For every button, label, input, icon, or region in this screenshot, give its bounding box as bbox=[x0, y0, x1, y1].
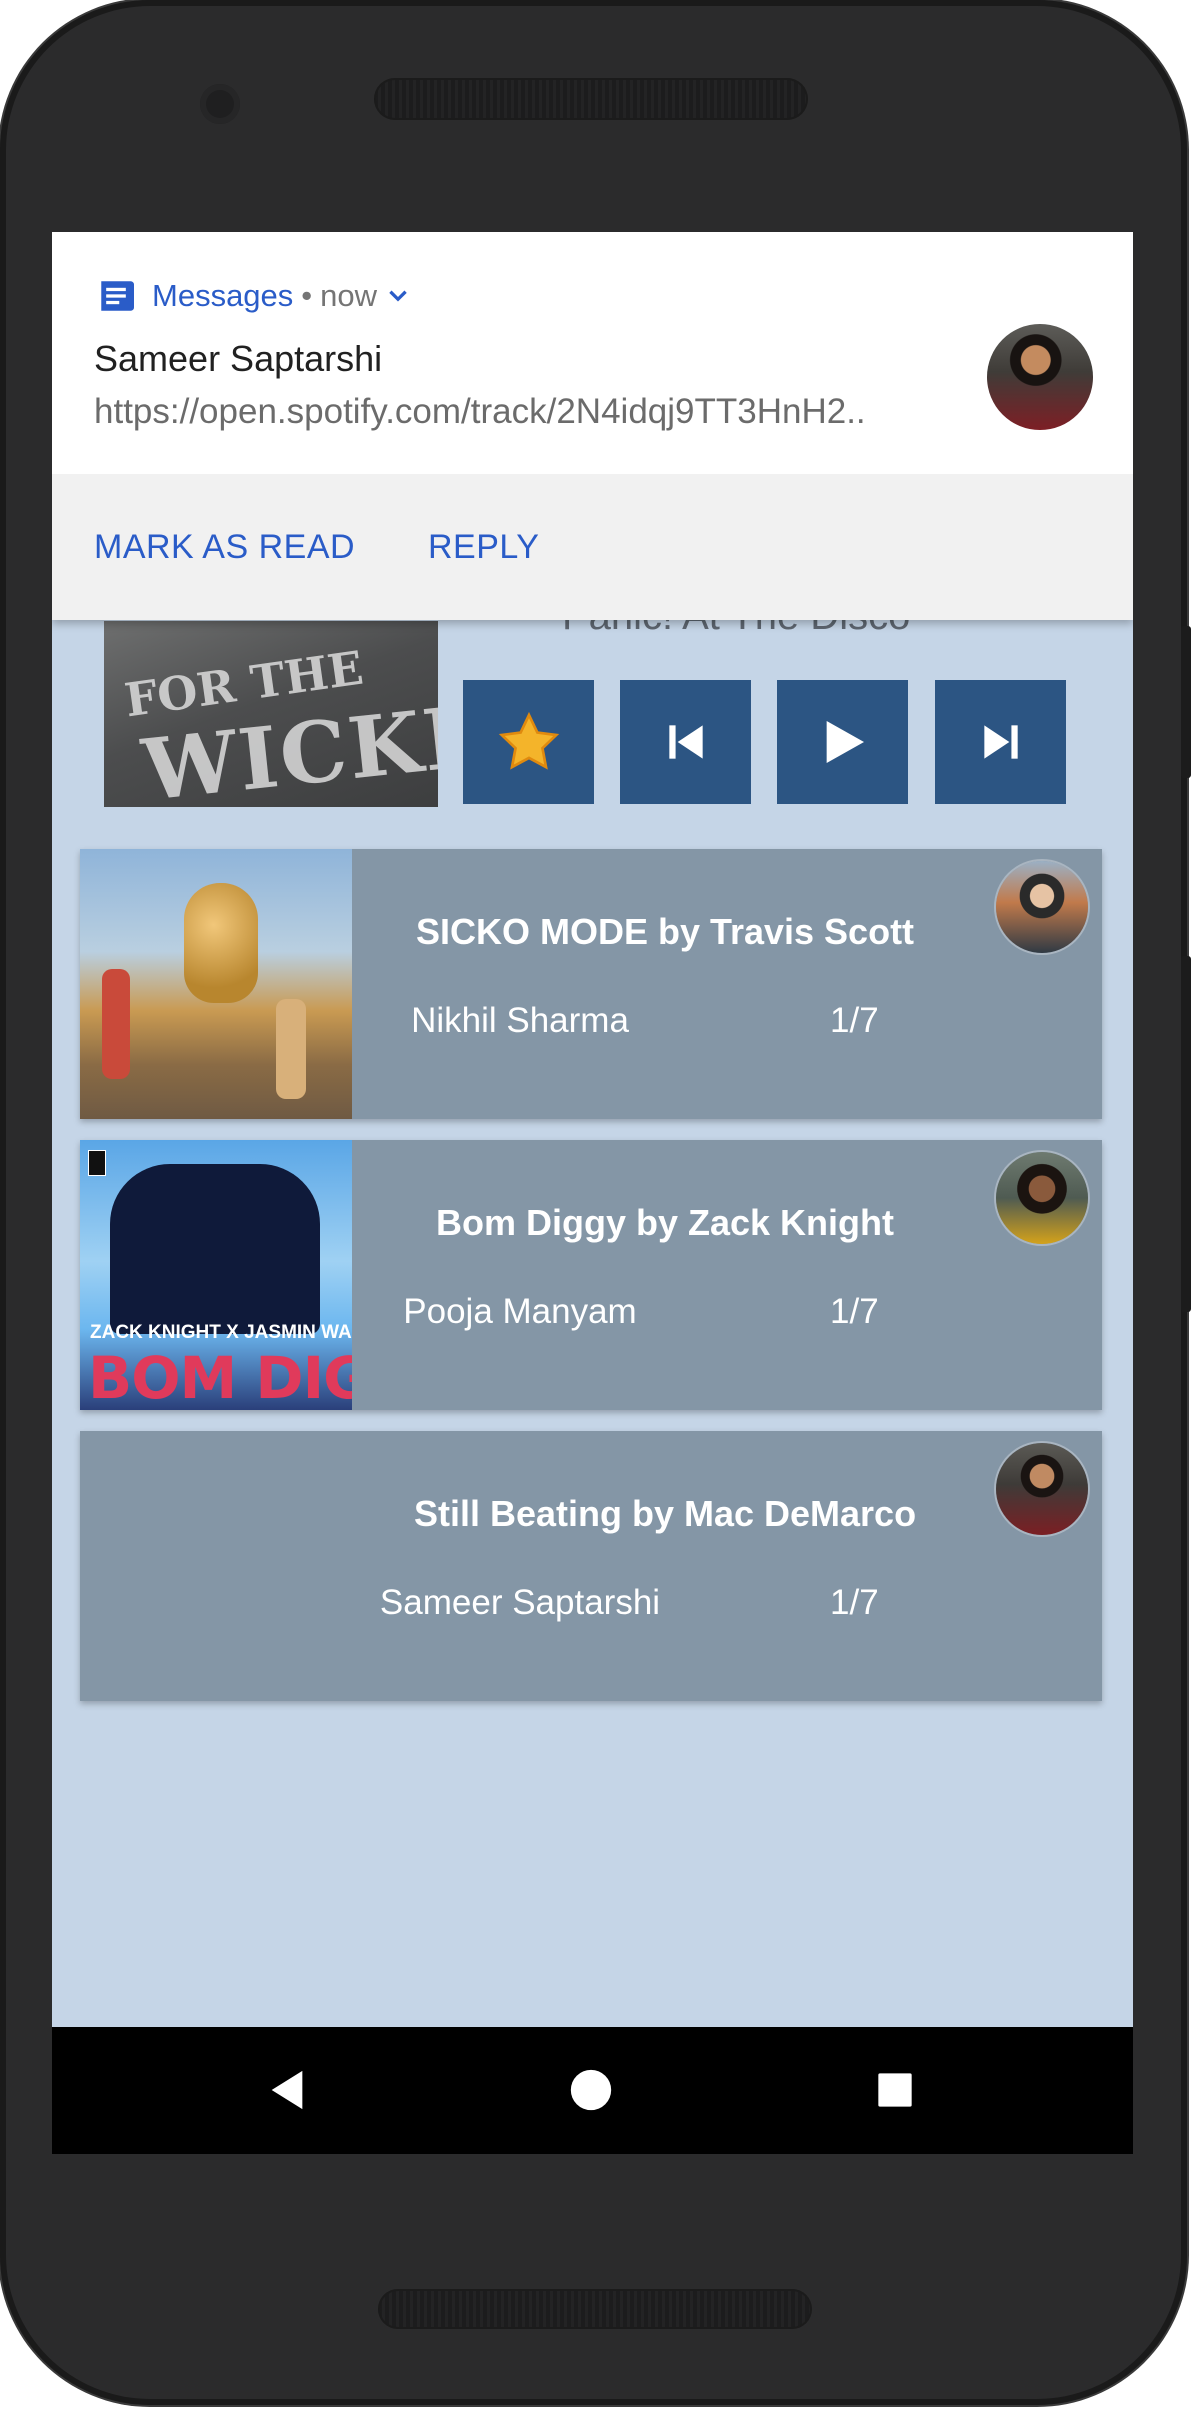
home-button[interactable] bbox=[566, 2065, 616, 2115]
reply-button[interactable]: REPLY bbox=[428, 528, 539, 567]
messages-app-icon bbox=[101, 281, 134, 311]
shared-by: Pooja Manyam bbox=[403, 1292, 637, 1331]
home-icon bbox=[570, 2069, 612, 2111]
notification-sender: Sameer Saptarshi bbox=[94, 338, 383, 379]
share-count: 1/7 bbox=[830, 1001, 879, 1040]
shared-by: Sameer Saptarshi bbox=[379, 1583, 661, 1622]
bottom-speaker bbox=[378, 2289, 812, 2329]
golden-head-image bbox=[184, 883, 258, 1003]
recents-icon bbox=[878, 2073, 912, 2107]
share-count: 1/7 bbox=[830, 1292, 879, 1331]
power-button bbox=[1181, 956, 1191, 1312]
favorite-button[interactable] bbox=[463, 680, 594, 804]
screen: FOR THE WICKED Panic! At The Disco bbox=[52, 232, 1133, 2154]
track-album-art bbox=[80, 849, 352, 1119]
notification[interactable]: Messages • now Sameer Saptarshi https://… bbox=[52, 232, 1133, 620]
star-icon bbox=[498, 711, 559, 770]
play-icon bbox=[826, 721, 864, 763]
previous-button[interactable] bbox=[620, 680, 751, 804]
volume-button bbox=[1181, 626, 1191, 778]
shared-by: Nikhil Sharma bbox=[411, 1001, 629, 1040]
track-card[interactable]: ZACK KNIGHT X JASMIN WALIA BOM DIGGY Bom… bbox=[80, 1140, 1102, 1410]
track-title: Still Beating by Mac DeMarco bbox=[413, 1493, 917, 1534]
phone-frame: FOR THE WICKED Panic! At The Disco bbox=[0, 0, 1191, 2405]
notification-message: https://open.spotify.com/track/2N4idqj9T… bbox=[94, 392, 866, 431]
avatar bbox=[996, 1443, 1088, 1535]
share-count: 1/7 bbox=[830, 1583, 879, 1622]
next-button[interactable] bbox=[935, 680, 1066, 804]
separator-dot: • bbox=[301, 278, 313, 313]
track-card[interactable]: Still Beating by Mac DeMarco Sameer Sapt… bbox=[80, 1431, 1102, 1701]
recents-button[interactable] bbox=[870, 2065, 920, 2115]
album-art-title: BOM DIGGY bbox=[88, 1344, 352, 1410]
avatar bbox=[996, 861, 1088, 953]
sender-avatar bbox=[987, 324, 1093, 430]
skip-previous-icon bbox=[668, 725, 703, 759]
now-playing-album-art: FOR THE WICKED bbox=[104, 621, 438, 807]
track-title: Bom Diggy by Zack Knight bbox=[435, 1202, 895, 1243]
front-camera bbox=[200, 84, 240, 124]
navigation-bar bbox=[52, 2027, 1133, 2154]
back-button[interactable] bbox=[262, 2065, 312, 2115]
track-album-art: ZACK KNIGHT X JASMIN WALIA BOM DIGGY bbox=[80, 1140, 352, 1410]
app-name: Messages bbox=[152, 278, 294, 313]
chevron-down-icon[interactable] bbox=[385, 283, 411, 309]
notification-header: Messages • now bbox=[96, 276, 411, 316]
track-title: SICKO MODE by Travis Scott bbox=[415, 911, 915, 952]
badge-icon bbox=[88, 1150, 106, 1176]
silhouette-image bbox=[110, 1164, 320, 1334]
avatar bbox=[996, 1152, 1088, 1244]
notification-time: now bbox=[320, 278, 378, 313]
back-icon bbox=[271, 2070, 303, 2110]
top-speaker bbox=[374, 78, 808, 120]
play-button[interactable] bbox=[777, 680, 908, 804]
mark-as-read-button[interactable]: MARK AS READ bbox=[94, 528, 355, 567]
track-card[interactable]: SICKO MODE by Travis Scott Nikhil Sharma… bbox=[80, 849, 1102, 1119]
skip-next-icon bbox=[983, 725, 1018, 759]
figure-image bbox=[102, 969, 130, 1079]
